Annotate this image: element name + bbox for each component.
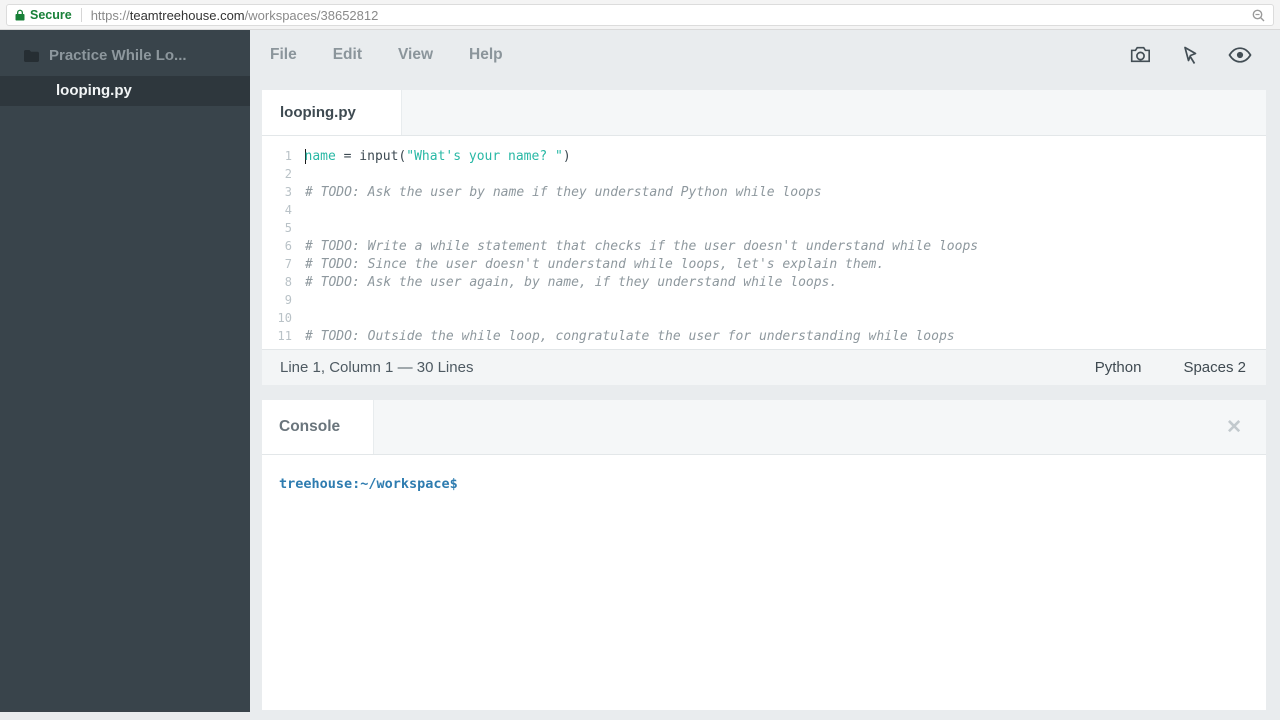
code-line: 6 # TODO: Write a while statement that ch… xyxy=(262,237,1266,255)
toolbar-icons xyxy=(1130,46,1280,65)
sidebar-item-looping-py[interactable]: looping.py xyxy=(0,76,250,106)
code-lines: 1 name = input("What's your name? ") 2 3 # T… xyxy=(262,147,1266,345)
line-number: 6 xyxy=(284,239,292,253)
console-output[interactable]: treehouse:~/workspace$ xyxy=(262,455,1266,493)
code-line: 4 xyxy=(262,201,1266,219)
line-number: 10 xyxy=(277,311,292,325)
code-line: 10 xyxy=(262,309,1266,327)
menu-edit[interactable]: Edit xyxy=(333,46,362,64)
code-line: 8 # TODO: Ask the user again, by name, if… xyxy=(262,273,1266,291)
url-path: /workspaces/38652812 xyxy=(244,7,379,23)
editor-status-bar: Line 1, Column 1 — 30 Lines Python Space… xyxy=(262,349,1266,385)
url-divider xyxy=(80,8,82,22)
line-number: 4 xyxy=(284,203,292,217)
line-number: 1 xyxy=(284,149,292,163)
url-scheme: https:// xyxy=(90,7,130,23)
code-line: 5 xyxy=(262,219,1266,237)
cursor-position-status: Line 1, Column 1 — 30 Lines xyxy=(280,359,474,376)
line-number: 3 xyxy=(284,185,292,199)
project-name: Practice While Lo... xyxy=(49,47,187,64)
page-bottom-strip xyxy=(0,712,1280,720)
menu-file[interactable]: File xyxy=(270,46,297,64)
line-number: 7 xyxy=(284,257,292,271)
url-text[interactable]: https://teamtreehouse.com/workspaces/386… xyxy=(91,8,379,23)
line-number: 2 xyxy=(284,167,292,181)
tab-looping-py[interactable]: looping.py xyxy=(262,90,402,135)
camera-icon[interactable] xyxy=(1130,46,1152,64)
editor-tab-bar: looping.py xyxy=(262,90,1266,136)
line-number: 11 xyxy=(277,329,292,343)
lock-icon xyxy=(15,9,25,21)
secure-label: Secure xyxy=(30,8,72,22)
code-editor[interactable]: 1 name = input("What's your name? ") 2 3 # T… xyxy=(262,136,1266,345)
code-line: 1 name = input("What's your name? ") xyxy=(262,147,1266,165)
terminal-prompt: treehouse:~/workspace$ xyxy=(279,476,458,492)
tab-console[interactable]: Console xyxy=(262,400,374,454)
line-number: 8 xyxy=(284,275,292,289)
code-line: 7 # TODO: Since the user doesn't understa… xyxy=(262,255,1266,273)
language-mode-selector[interactable]: Python xyxy=(1095,359,1142,376)
line-number: 9 xyxy=(284,293,292,307)
browser-chrome: Secure https://teamtreehouse.com/workspa… xyxy=(0,0,1280,30)
code-line: 11 # TODO: Outside the while loop, congra… xyxy=(262,327,1266,345)
address-bar[interactable]: Secure https://teamtreehouse.com/workspa… xyxy=(6,4,1274,26)
console-header: Console ✕ xyxy=(262,400,1266,455)
menubar: File Edit View Help xyxy=(250,30,1280,80)
folder-icon xyxy=(24,49,39,62)
code-line-text: # TODO: Since the user doesn't understan… xyxy=(305,256,885,272)
eye-icon[interactable] xyxy=(1228,47,1252,63)
workspace-main: File Edit View Help looping.py 1 name = i… xyxy=(250,30,1280,720)
line-number: 5 xyxy=(284,221,292,235)
security-status[interactable]: Secure xyxy=(15,8,72,22)
indentation-selector[interactable]: Spaces 2 xyxy=(1183,359,1246,376)
console-panel: Console ✕ treehouse:~/workspace$ xyxy=(262,400,1266,710)
file-tree-sidebar: Practice While Lo... looping.py xyxy=(0,30,250,712)
code-line-text: # TODO: Outside the while loop, congratu… xyxy=(305,328,955,344)
close-icon[interactable]: ✕ xyxy=(1226,418,1266,437)
flag-icon[interactable] xyxy=(1182,46,1198,65)
code-line-text: # TODO: Ask the user again, by name, if … xyxy=(305,274,838,290)
menu-help[interactable]: Help xyxy=(469,46,503,64)
code-line-text: # TODO: Write a while statement that che… xyxy=(305,238,979,254)
url-host: teamtreehouse.com xyxy=(129,7,245,23)
editor-panel: looping.py 1 name = input("What's your na… xyxy=(262,90,1266,385)
code-line-text: name = input("What's your name? ") xyxy=(304,148,571,164)
code-line: 9 xyxy=(262,291,1266,309)
code-line: 2 xyxy=(262,165,1266,183)
code-line: 3 # TODO: Ask the user by name if they un… xyxy=(262,183,1266,201)
zoom-icon[interactable] xyxy=(1252,9,1265,22)
menu-view[interactable]: View xyxy=(398,46,433,64)
code-line-text: # TODO: Ask the user by name if they und… xyxy=(305,184,822,200)
project-folder[interactable]: Practice While Lo... xyxy=(0,30,250,76)
